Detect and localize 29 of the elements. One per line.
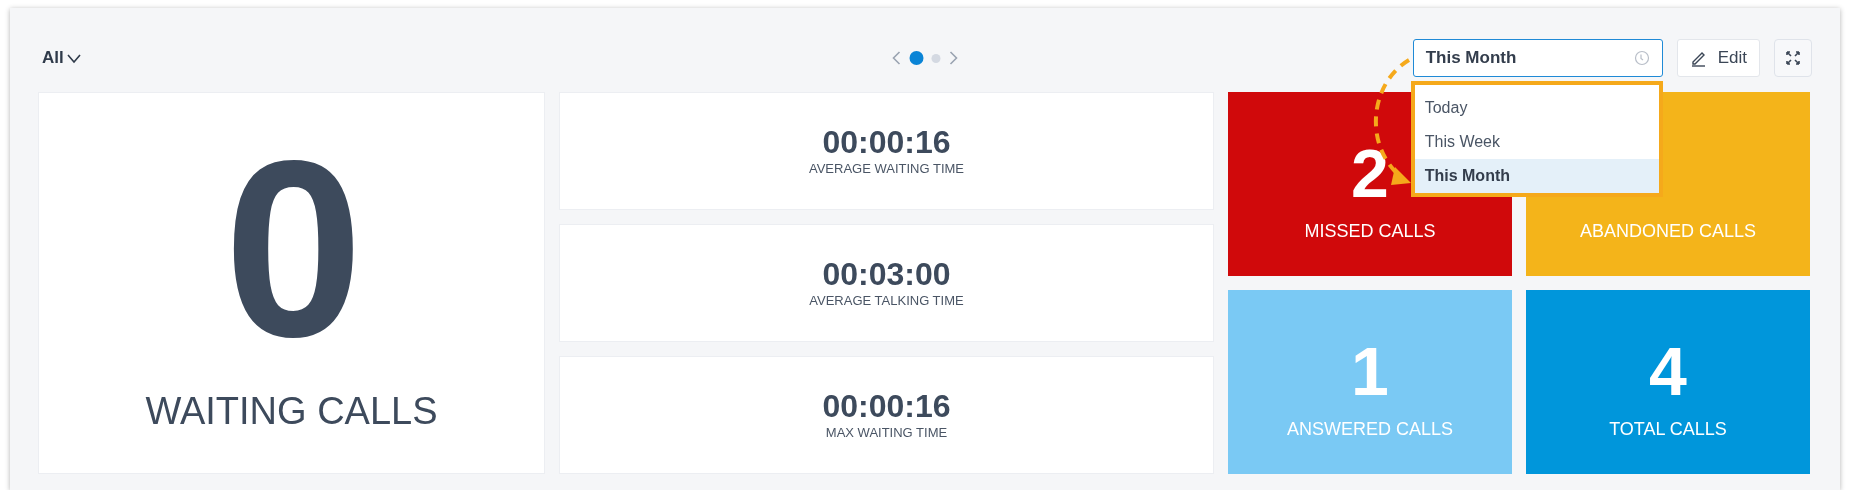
tile-count: 2 — [1351, 139, 1389, 207]
page-dot[interactable] — [909, 51, 924, 65]
chevron-left-icon — [891, 50, 902, 66]
waiting-count: 0 — [223, 125, 359, 375]
tile-label: ANSWERED CALLS — [1286, 419, 1453, 440]
filter-dropdown[interactable]: All — [38, 48, 86, 68]
chevron-right-icon — [948, 50, 959, 66]
metric-label: AVERAGE WAITING TIME — [808, 161, 965, 176]
metric-value: 00:00:16 — [822, 126, 951, 158]
next-button[interactable] — [948, 50, 959, 66]
metric-label: AVERAGE TALKING TIME — [809, 293, 964, 308]
edit-button[interactable]: Edit — [1676, 39, 1760, 77]
expand-icon — [1785, 50, 1801, 66]
tile-label: MISSED CALLS — [1304, 221, 1436, 242]
tile-label: ABANDONED CALLS — [1579, 221, 1757, 242]
previous-button[interactable] — [891, 50, 902, 66]
metric-value: 00:00:16 — [822, 390, 951, 422]
clock-icon — [1633, 50, 1650, 66]
chevron-down-icon — [65, 52, 82, 64]
period-option[interactable]: This Month — [1414, 159, 1659, 193]
tile-count: 4 — [1649, 337, 1687, 405]
waiting-label: WAITING CALLS — [145, 390, 438, 433]
metric-value: 00:03:00 — [822, 258, 951, 290]
tile-count: 1 — [1351, 337, 1389, 405]
tile-label: TOTAL CALLS — [1609, 419, 1727, 440]
fullscreen-button[interactable] — [1774, 39, 1812, 77]
page-dot[interactable] — [931, 53, 941, 63]
period-select[interactable]: This Month — [1412, 39, 1663, 77]
metric-label: MAX WAITING TIME — [825, 425, 948, 440]
